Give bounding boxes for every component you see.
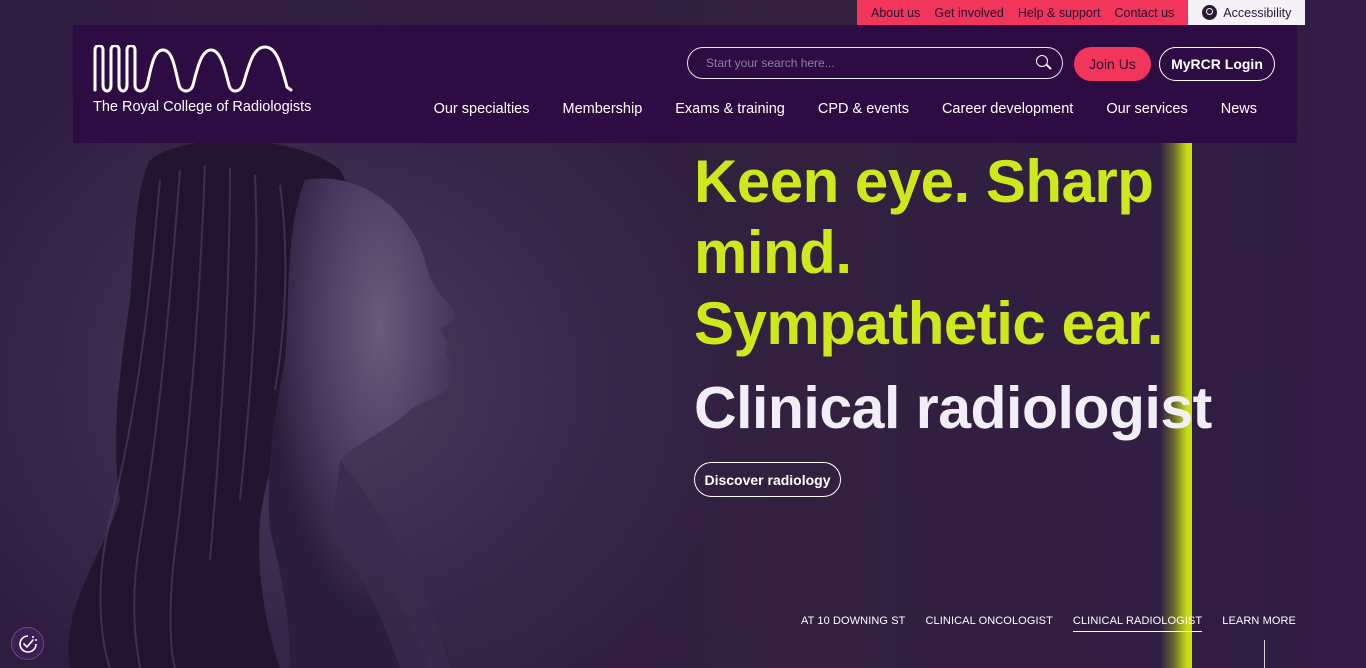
accessibility-button[interactable]: Accessibility bbox=[1188, 0, 1306, 25]
slide-tab-oncologist[interactable]: CLINICAL ONCOLOGIST bbox=[926, 615, 1053, 632]
search-icon[interactable] bbox=[1036, 55, 1052, 71]
scroll-indicator bbox=[1264, 640, 1265, 668]
nav-item-membership[interactable]: Membership bbox=[562, 101, 642, 117]
logo-text[interactable]: The Royal College of Radiologists bbox=[93, 99, 311, 115]
myrcr-login-button[interactable]: MyRCR Login bbox=[1159, 47, 1275, 81]
search-input[interactable] bbox=[704, 55, 1036, 71]
cookie-settings-button[interactable] bbox=[11, 627, 44, 660]
logo-wave-icon[interactable] bbox=[93, 45, 293, 95]
slide-tab-downing-st[interactable]: AT 10 DOWNING ST bbox=[801, 615, 905, 632]
site-header: The Royal College of Radiologists Join U… bbox=[73, 25, 1297, 143]
cookie-settings-icon bbox=[18, 634, 37, 653]
slide-tab-learn-more[interactable]: LEARN MORE bbox=[1222, 615, 1296, 632]
join-us-button[interactable]: Join Us bbox=[1074, 47, 1151, 81]
discover-radiology-button[interactable]: Discover radiology bbox=[694, 462, 841, 497]
hero-subhead: Clinical radiologist bbox=[694, 375, 1212, 441]
search-box[interactable] bbox=[687, 47, 1063, 79]
nav-item-news[interactable]: News bbox=[1221, 101, 1257, 117]
main-nav: Our specialties Membership Exams & train… bbox=[434, 101, 1257, 117]
utility-link-help[interactable]: Help & support bbox=[1018, 6, 1101, 20]
slide-tabs: AT 10 DOWNING ST CLINICAL ONCOLOGIST CLI… bbox=[801, 615, 1296, 632]
utility-link-about[interactable]: About us bbox=[871, 6, 920, 20]
utility-link-get-involved[interactable]: Get involved bbox=[934, 6, 1003, 20]
accessibility-label: Accessibility bbox=[1223, 5, 1292, 20]
utility-link-contact[interactable]: Contact us bbox=[1115, 6, 1175, 20]
portrait-image bbox=[68, 140, 455, 668]
accessibility-icon bbox=[1202, 5, 1218, 20]
nav-item-career[interactable]: Career development bbox=[942, 101, 1073, 117]
utility-bar: About us Get involved Help & support Con… bbox=[857, 0, 1306, 25]
hero-headline: Keen eye. Sharp mind. Sympathetic ear. bbox=[694, 148, 1163, 357]
nav-item-specialties[interactable]: Our specialties bbox=[434, 101, 530, 117]
utility-links: About us Get involved Help & support Con… bbox=[857, 0, 1189, 25]
slide-tab-radiologist[interactable]: CLINICAL RADIOLOGIST bbox=[1072, 615, 1203, 632]
nav-item-exams[interactable]: Exams & training bbox=[675, 101, 785, 117]
nav-item-services[interactable]: Our services bbox=[1106, 101, 1187, 117]
nav-item-cpd[interactable]: CPD & events bbox=[818, 101, 909, 117]
